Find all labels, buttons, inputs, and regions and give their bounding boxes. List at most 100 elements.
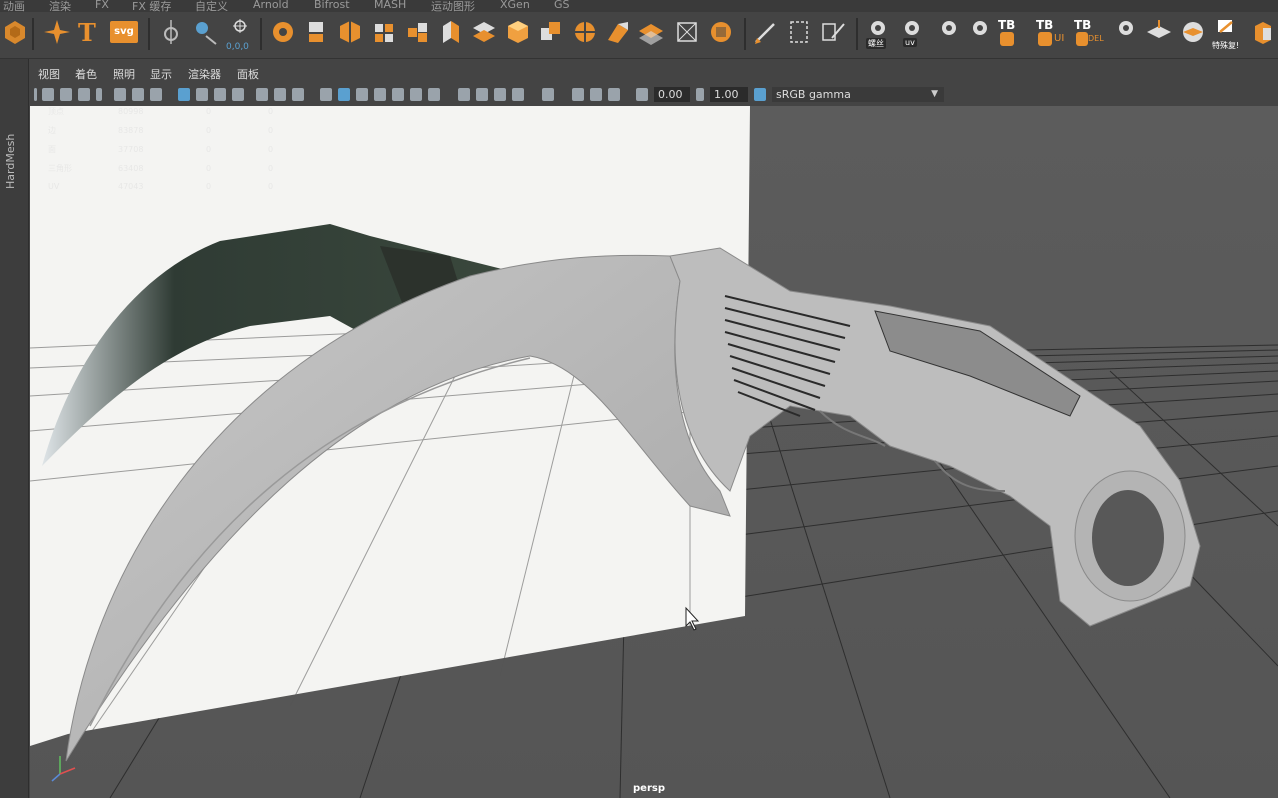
grease-pencil-icon[interactable]	[150, 88, 162, 101]
extrude-icon[interactable]	[438, 18, 464, 46]
select-camera-icon[interactable]	[42, 88, 54, 101]
tb-label-1: TB	[998, 18, 1016, 32]
lights-icon[interactable]	[410, 88, 422, 101]
isolate-select-icon[interactable]	[542, 88, 554, 101]
tb-refresh-icon	[1000, 32, 1014, 46]
svg-tool-icon[interactable]: svg	[110, 21, 138, 43]
color-space-value: sRGB gamma	[776, 88, 851, 101]
exposure-field[interactable]: 0.00	[654, 87, 690, 102]
resolution-gate-icon[interactable]	[214, 88, 226, 101]
menu-panels[interactable]: 面板	[237, 66, 259, 82]
shelf-tabs: 动画 渲染 FX FX 缓存 自定义 Arnold Bifrost MASH 运…	[0, 0, 1278, 12]
grid-cube-icon[interactable]	[371, 18, 397, 46]
film-gate-icon[interactable]	[196, 88, 208, 101]
pin-icon[interactable]	[96, 88, 102, 101]
safe-title-icon[interactable]	[292, 88, 304, 101]
color-management-icon[interactable]	[754, 88, 766, 101]
safe-action-icon[interactable]	[274, 88, 286, 101]
wireframe-on-shaded-icon[interactable]	[374, 88, 386, 101]
edit-curve-icon[interactable]	[820, 18, 846, 46]
plane-icon[interactable]	[638, 18, 664, 46]
tb-refresh-button[interactable]: TB	[998, 18, 1032, 46]
shelf-tab-motion-graphics[interactable]: 运动图形	[431, 0, 475, 12]
tb-label-3: TB	[1074, 18, 1092, 32]
python-script-icon-3[interactable]	[937, 18, 961, 46]
shelf-tab-custom[interactable]: 自定义	[195, 0, 228, 12]
backface-culling-icon[interactable]	[608, 88, 620, 101]
polygon-sphere-icon[interactable]	[2, 18, 28, 46]
smooth-shade-icon[interactable]	[338, 88, 350, 101]
camera-name-label: persp	[633, 783, 665, 794]
field-chart-icon[interactable]	[256, 88, 268, 101]
shelf-tab-xgen[interactable]: XGen	[500, 0, 530, 11]
menu-view[interactable]: 视图	[38, 66, 60, 82]
tb-ui-icon	[1038, 32, 1052, 46]
shadows-icon[interactable]	[428, 88, 440, 101]
pen-tool-icon[interactable]	[752, 18, 778, 46]
wireframe-box-icon[interactable]	[674, 18, 700, 46]
bevel-cube-icon[interactable]	[505, 18, 531, 46]
hardmesh-label[interactable]: HardMesh	[4, 134, 17, 189]
shelf-tab-fx-cache[interactable]: FX 缓存	[132, 0, 171, 12]
xray-icon[interactable]	[572, 88, 584, 101]
svg-tool-label: svg	[114, 26, 134, 37]
menu-renderer[interactable]: 渲染器	[188, 66, 221, 82]
boolean-icon[interactable]	[538, 18, 564, 46]
python-script-icon-4[interactable]	[968, 18, 992, 46]
xray-joints-icon[interactable]	[590, 88, 602, 101]
gamma-field[interactable]: 1.00	[710, 87, 748, 102]
shelf-tab-bifrost[interactable]: Bifrost	[314, 0, 350, 11]
disk-icon[interactable]	[270, 18, 296, 46]
anti-aliasing-icon[interactable]	[494, 88, 506, 101]
tb-del-button[interactable]: TB DEL	[1074, 18, 1110, 46]
cube-split-icon[interactable]	[337, 18, 363, 46]
menu-lighting[interactable]: 照明	[113, 66, 135, 82]
color-space-select[interactable]: sRGB gamma ▼	[772, 87, 944, 102]
wedge-icon[interactable]	[605, 18, 631, 46]
stack-icon[interactable]	[303, 18, 329, 46]
default-material-icon[interactable]	[356, 88, 368, 101]
sphere-grid-icon[interactable]	[708, 18, 734, 46]
gamma-icon[interactable]	[696, 88, 704, 101]
motion-blur-icon[interactable]	[476, 88, 488, 101]
python-script-icon-5[interactable]	[1114, 18, 1138, 46]
panel-menubar: 视图 着色 照明 显示 渲染器 面板	[30, 62, 1278, 84]
orb-icon[interactable]	[1180, 18, 1206, 46]
shelf-tab-mash[interactable]: MASH	[374, 0, 406, 11]
tb-ui-button[interactable]: TB UI	[1036, 18, 1070, 46]
wheel-icon[interactable]	[572, 18, 598, 46]
shelf-tab-fx[interactable]: FX	[95, 0, 109, 11]
perspective-viewport[interactable]	[30, 106, 1278, 798]
bounding-box-icon[interactable]	[786, 18, 812, 46]
text-tool-icon[interactable]: T	[78, 18, 104, 47]
sparkle-icon[interactable]	[44, 18, 70, 46]
exposure-icon[interactable]	[636, 88, 648, 101]
menu-shading[interactable]: 着色	[75, 66, 97, 82]
camera-attributes-icon[interactable]	[60, 88, 72, 101]
ambient-occlusion-icon[interactable]	[458, 88, 470, 101]
wireframe-icon[interactable]	[320, 88, 332, 101]
grid-toggle-icon[interactable]	[178, 88, 190, 101]
coord-label: 0,0,0	[226, 42, 249, 52]
toolbar-handle-icon	[34, 88, 37, 101]
shelf-tab-arnold[interactable]: Arnold	[253, 0, 289, 11]
two-d-pan-icon[interactable]	[132, 88, 144, 101]
shelf-tab-gs[interactable]: GS	[554, 0, 570, 11]
blocks-icon[interactable]	[405, 18, 431, 46]
locator-icon[interactable]	[192, 18, 218, 46]
menu-show[interactable]: 显示	[150, 66, 172, 82]
special-duplicate-button[interactable]: 特殊复!	[1212, 18, 1244, 50]
instance-cube-icon[interactable]	[1250, 18, 1276, 46]
tb-label-2: TB	[1036, 18, 1054, 32]
shelf-tab-animation[interactable]: 动画	[3, 0, 25, 12]
flatten-icon[interactable]	[1146, 18, 1172, 46]
shelf-tab-render[interactable]: 渲染	[49, 0, 71, 12]
gate-mask-icon[interactable]	[232, 88, 244, 101]
depth-of-field-icon[interactable]	[512, 88, 524, 101]
measure-tool-icon[interactable]	[158, 18, 184, 46]
image-plane-icon[interactable]	[114, 88, 126, 101]
textured-icon[interactable]	[392, 88, 404, 101]
layers-icon[interactable]	[471, 18, 497, 46]
bookmark-icon[interactable]	[78, 88, 90, 101]
special-duplicate-label: 特殊复!	[1212, 41, 1240, 50]
